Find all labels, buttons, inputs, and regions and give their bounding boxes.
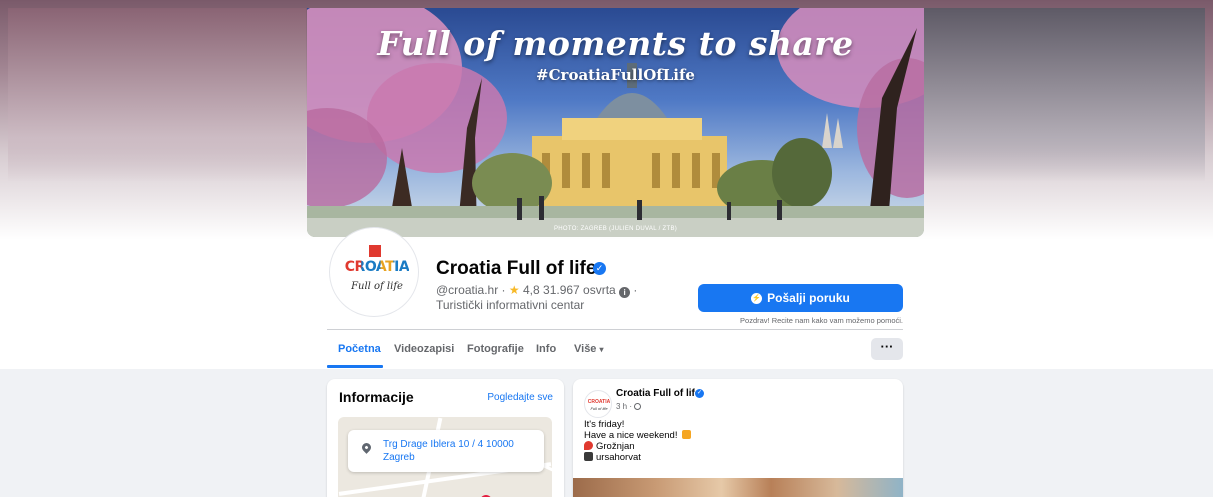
post-avatar-logo-sub: Full of life [590,406,608,411]
camera-icon [584,452,593,461]
info-card-title: Informacije [339,389,414,405]
message-hint: Pozdrav! Recite nam kako vam možemo pomo… [740,316,903,325]
send-message-label: Pošalji poruku [767,291,850,305]
post-line: Grožnjan [596,441,635,452]
cover-headline: Full of moments to share [377,24,854,63]
post-time-label: 3 h · [616,402,633,411]
globe-icon [634,403,642,410]
tab-videos[interactable]: Videozapisi [394,343,454,355]
tab-photos[interactable]: Fotografije [467,343,524,355]
page-handle: @croatia.hr [436,283,499,297]
send-message-button[interactable]: ⚡ Pošalji poruku [698,284,903,312]
caret-down-icon: ▾ [599,345,604,354]
tab-home[interactable]: Početna [338,343,381,355]
post-image[interactable] [573,478,903,497]
backdrop-left [8,8,306,182]
post-line-with-emoji: Have a nice weekend! [584,430,694,441]
post-line: It's friday! [584,419,625,430]
post-avatar-logo: CROATIA [587,399,611,405]
backdrop-right [915,8,1205,182]
post-verified-icon: ✓ [695,389,704,398]
pin-icon [584,441,593,450]
page-name: Croatia Full of life [436,258,597,279]
page-category: Turistički informativni centar [436,298,585,312]
verified-badge-icon: ✓ [593,262,606,275]
address-box[interactable]: Trg Drage Iblera 10 / 4 10000 Zagreb [348,430,544,472]
location-pin-icon [360,441,373,454]
post-avatar[interactable]: CROATIA Full of life [584,390,612,418]
post-author[interactable]: Croatia Full of life [616,388,700,399]
post-text: It's friday! Have a nice weekend! Grožnj… [584,419,694,463]
post-location-line: Grožnjan [584,441,694,452]
post-card: CROATIA Full of life Croatia Full of lif… [573,379,903,497]
more-options-button[interactable]: ··· [871,338,903,360]
cover-credit: PHOTO: ZAGREB (JULIEN DUVAL / ZTB) [553,226,678,232]
post-credit-line: ursahorvat [584,452,694,463]
tab-more-label: Više [574,343,597,355]
see-all-link[interactable]: Pogledajte sve [487,392,553,403]
post-line: Have a nice weekend! [584,430,678,441]
info-card: Informacije Pogledajte sve Trg Drage Ibl… [327,379,564,497]
profile-avatar[interactable]: CROATIA Full of life [330,228,418,316]
page-meta: @croatia.hr · ★ 4,8 31.967 osvrta i · Tu… [436,283,638,312]
info-icon[interactable]: i [619,287,631,298]
location-map[interactable]: Trg Drage Iblera 10 / 4 10000 Zagreb [338,417,552,497]
post-time[interactable]: 3 h · [616,402,642,411]
active-tab-indicator [327,365,383,368]
avatar-logo-bottom: Full of life [351,281,403,292]
cover-photo[interactable]: Full of moments to share #CroatiaFullOfL… [307,8,924,237]
tab-info[interactable]: Info [536,343,556,355]
page-reviews[interactable]: 31.967 osvrta [543,283,616,297]
post-line: ursahorvat [596,452,641,463]
messenger-icon: ⚡ [751,292,763,304]
page-rating[interactable]: 4,8 [523,283,540,297]
logo-square [369,245,381,257]
avatar-logo-top: CROATIA [344,259,410,275]
address-text[interactable]: Trg Drage Iblera 10 / 4 10000 Zagreb [383,438,533,464]
facebook-page: Full of moments to share #CroatiaFullOfL… [0,0,1213,497]
cover-hashtag: #CroatiaFullOfLife [536,66,695,84]
star-icon: ★ [508,283,520,297]
divider [327,329,903,330]
hearts-face-icon [682,430,692,439]
tab-more[interactable]: Više ▾ [574,343,604,355]
